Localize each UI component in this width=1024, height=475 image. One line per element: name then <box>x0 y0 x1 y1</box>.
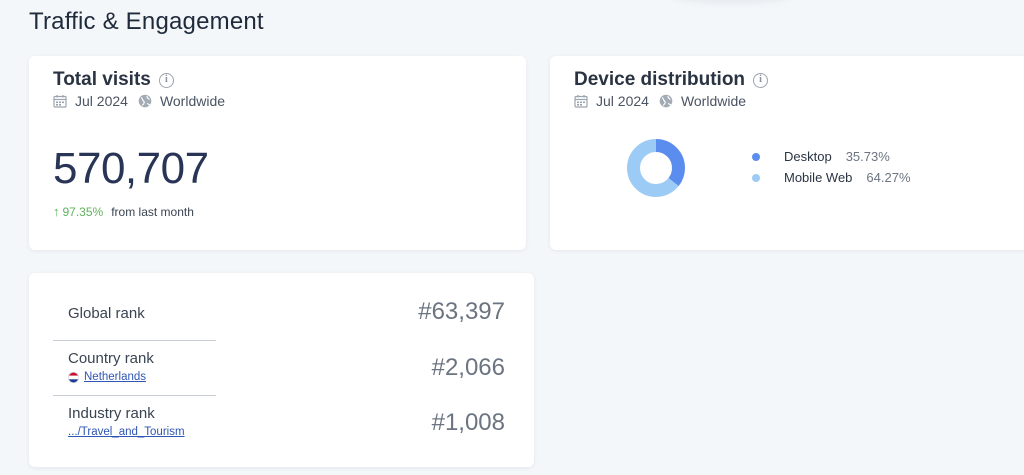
legend-value-mobile-web: 64.27% <box>866 170 911 185</box>
global-rank-row: Global rank #63,397 <box>53 298 505 331</box>
legend-item-desktop: Desktop 35.73% <box>752 146 911 167</box>
device-distribution-header: Device distribution i <box>574 69 769 91</box>
info-icon[interactable]: i <box>753 72 769 88</box>
device-legend: Desktop 35.73% Mobile Web 64.27% <box>752 146 911 188</box>
total-visits-card: Total visits i Jul 2024 Worldwide 570,70… <box>29 56 526 250</box>
arrow-up-icon: ↑ <box>53 204 60 219</box>
globe-icon <box>138 94 152 108</box>
rank-divider <box>53 340 216 341</box>
device-donut-chart <box>627 139 685 197</box>
industry-rank-value: #1,008 <box>431 409 505 436</box>
device-meta: Jul 2024 Worldwide <box>574 93 746 109</box>
period-label: Jul 2024 <box>596 93 649 109</box>
calendar-icon <box>53 95 67 108</box>
country-rank-value: #2,066 <box>431 354 505 381</box>
legend-value-desktop: 35.73% <box>845 149 890 164</box>
country-link-text[interactable]: Netherlands <box>84 371 146 383</box>
total-visits-title: Total visits <box>53 69 151 90</box>
global-rank-value: #63,397 <box>418 298 505 325</box>
background-shape <box>672 0 792 4</box>
industry-rank-row: Industry rank .../Travel_and_Tourism #1,… <box>53 404 505 444</box>
change-note: from last month <box>111 204 194 219</box>
globe-icon <box>659 94 673 108</box>
calendar-icon <box>574 95 588 108</box>
industry-link[interactable]: .../Travel_and_Tourism <box>68 426 185 438</box>
device-distribution-card: Device distribution i Jul 2024 Worldwide… <box>550 56 1024 250</box>
netherlands-flag-icon <box>68 371 79 383</box>
total-visits-meta: Jul 2024 Worldwide <box>53 93 225 109</box>
ranks-card: Global rank #63,397 Country rank Netherl… <box>29 273 534 467</box>
industry-rank-label: Industry rank <box>68 405 155 422</box>
legend-label-desktop: Desktop <box>784 149 832 164</box>
info-icon[interactable]: i <box>158 72 174 88</box>
global-rank-label: Global rank <box>68 305 145 322</box>
legend-item-mobile-web: Mobile Web 64.27% <box>752 167 911 188</box>
legend-dot-mobile-web <box>752 173 760 182</box>
legend-label-mobile-web: Mobile Web <box>784 170 853 185</box>
total-visits-header: Total visits i <box>53 69 174 91</box>
country-link[interactable]: Netherlands <box>68 371 146 383</box>
legend-dot-desktop <box>752 152 760 161</box>
change-percent: 97.35% <box>62 204 104 219</box>
device-distribution-title: Device distribution <box>574 69 746 90</box>
total-visits-value: 570,707 <box>53 144 209 193</box>
rank-divider <box>53 395 216 396</box>
region-label: Worldwide <box>159 93 226 109</box>
period-label: Jul 2024 <box>75 93 128 109</box>
region-label: Worldwide <box>680 93 747 109</box>
page-title: Traffic & Engagement <box>29 8 264 35</box>
country-rank-row: Country rank Netherlands #2,066 <box>53 349 505 389</box>
country-rank-label: Country rank <box>68 350 154 367</box>
visits-change: ↑ 97.35% from last month <box>53 204 194 219</box>
